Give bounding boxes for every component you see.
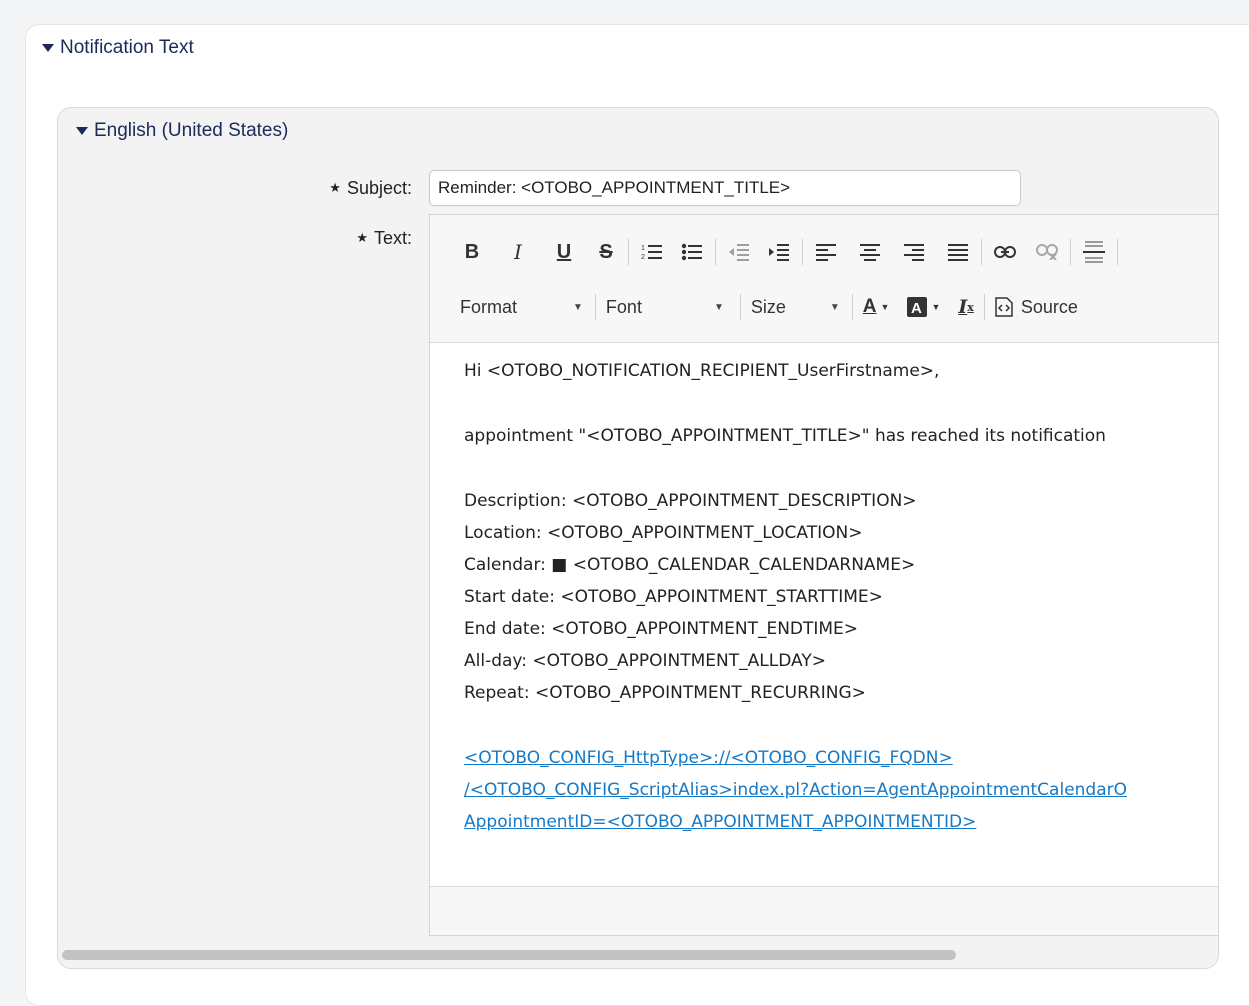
- detail-line: Start date: <OTOBO_APPOINTMENT_STARTTIME…: [464, 587, 883, 607]
- language-header[interactable]: English (United States): [76, 120, 288, 142]
- required-star-icon: ★: [356, 230, 368, 245]
- notification-text-panel: Notification Text English (United States…: [25, 24, 1249, 1006]
- unlink-icon[interactable]: [1034, 244, 1060, 260]
- chevron-down-icon: ▼: [829, 301, 840, 313]
- required-star-icon: ★: [329, 180, 341, 195]
- language-title: English (United States): [94, 120, 289, 141]
- size-dropdown[interactable]: Size ▼: [751, 297, 840, 318]
- horizontal-scrollbar[interactable]: [62, 950, 956, 960]
- align-right-icon[interactable]: [901, 243, 927, 261]
- editor-status-bar: [430, 886, 1218, 935]
- appointment-link[interactable]: /<OTOBO_CONFIG_ScriptAlias>index.pl?Acti…: [464, 780, 1127, 800]
- bulleted-list-icon[interactable]: [679, 242, 705, 262]
- editor-content[interactable]: Hi <OTOBO_NOTIFICATION_RECIPIENT_UserFir…: [464, 355, 1218, 838]
- chevron-down-icon: ▼: [713, 301, 724, 313]
- subject-label: ★ Subject:: [112, 178, 412, 199]
- toolbar-separator: [594, 294, 596, 320]
- font-dropdown[interactable]: Font ▼: [606, 297, 724, 318]
- toolbar-separator: [802, 239, 803, 265]
- font-dropdown-label: Font: [605, 296, 642, 317]
- source-label: Source: [1020, 296, 1078, 317]
- toolbar-separator: [628, 239, 629, 265]
- toolbar-separator: [983, 294, 985, 320]
- horizontal-line-icon[interactable]: [1081, 240, 1107, 264]
- detail-line: Description: <OTOBO_APPOINTMENT_DESCRIPT…: [464, 491, 917, 511]
- editor-toolbar: B I U S 12 Format ▼ Font ▼ Size ▼ A ▼ A …: [430, 215, 1218, 343]
- detail-line: All-day: <OTOBO_APPOINTMENT_ALLDAY>: [464, 651, 826, 671]
- subject-label-text: Subject:: [346, 178, 412, 198]
- increase-indent-icon[interactable]: [766, 242, 792, 262]
- strikethrough-icon[interactable]: S: [594, 241, 618, 264]
- link-icon[interactable]: [992, 246, 1018, 258]
- detail-line: Location: <OTOBO_APPOINTMENT_LOCATION>: [464, 523, 863, 543]
- detail-line: Calendar: ■ <OTOBO_CALENDAR_CALENDARNAME…: [464, 555, 916, 575]
- source-button[interactable]: Source: [995, 297, 1078, 318]
- toolbar-row-1: B I U S 12: [460, 227, 1128, 277]
- numbered-list-icon[interactable]: 12: [639, 242, 665, 262]
- bold-icon[interactable]: B: [460, 241, 484, 264]
- collapse-triangle-icon[interactable]: [42, 44, 54, 52]
- intro-line: appointment "<OTOBO_APPOINTMENT_TITLE>" …: [464, 426, 1106, 446]
- toolbar-separator: [981, 239, 982, 265]
- appointment-link[interactable]: AppointmentID=<OTOBO_APPOINTMENT_APPOINT…: [464, 812, 976, 832]
- section-title: Notification Text: [60, 37, 194, 58]
- toolbar-separator: [1117, 239, 1118, 265]
- size-dropdown-label: Size: [750, 296, 786, 317]
- collapse-triangle-icon[interactable]: [76, 127, 88, 135]
- align-left-icon[interactable]: [813, 243, 839, 261]
- svg-text:2: 2: [641, 254, 645, 261]
- subject-input[interactable]: [429, 170, 1021, 206]
- toolbar-separator: [851, 294, 853, 320]
- text-color-icon[interactable]: A: [863, 296, 877, 318]
- chevron-down-icon: ▼: [573, 301, 583, 313]
- chevron-down-icon[interactable]: ▼: [931, 302, 940, 312]
- appointment-link[interactable]: <OTOBO_CONFIG_HttpType>://<OTOBO_CONFIG_…: [464, 748, 953, 768]
- toolbar-separator: [715, 239, 716, 265]
- notification-text-header[interactable]: Notification Text: [42, 37, 194, 59]
- toolbar-separator: [739, 294, 741, 320]
- format-dropdown[interactable]: Format ▼: [460, 297, 583, 318]
- background-color-icon[interactable]: A: [907, 297, 928, 317]
- chevron-down-icon[interactable]: ▼: [881, 302, 890, 312]
- svg-text:1: 1: [641, 245, 645, 252]
- remove-format-icon[interactable]: Ix: [958, 296, 973, 318]
- align-center-icon[interactable]: [857, 243, 883, 261]
- text-label-text: Text:: [373, 228, 412, 248]
- align-justify-icon[interactable]: [945, 243, 971, 261]
- greeting-line: Hi <OTOBO_NOTIFICATION_RECIPIENT_UserFir…: [464, 361, 940, 381]
- detail-line: End date: <OTOBO_APPOINTMENT_ENDTIME>: [464, 619, 859, 639]
- svg-text:A: A: [911, 300, 922, 317]
- text-label: ★ Text:: [112, 228, 412, 249]
- underline-icon[interactable]: U: [552, 241, 576, 264]
- source-icon: [995, 297, 1013, 317]
- detail-line: Repeat: <OTOBO_APPOINTMENT_RECURRING>: [464, 683, 866, 703]
- rich-text-editor[interactable]: B I U S 12 Format ▼ Font ▼ Size ▼ A ▼ A …: [429, 214, 1218, 936]
- toolbar-separator: [1070, 239, 1071, 265]
- toolbar-row-2: Format ▼ Font ▼ Size ▼ A ▼ A ▼ I x Sourc…: [460, 285, 1078, 329]
- format-dropdown-label: Format: [460, 296, 518, 317]
- decrease-indent-icon[interactable]: [726, 242, 752, 262]
- italic-icon[interactable]: I: [506, 240, 530, 264]
- language-panel: English (United States) ★ Subject: ★ Text:…: [57, 107, 1219, 969]
